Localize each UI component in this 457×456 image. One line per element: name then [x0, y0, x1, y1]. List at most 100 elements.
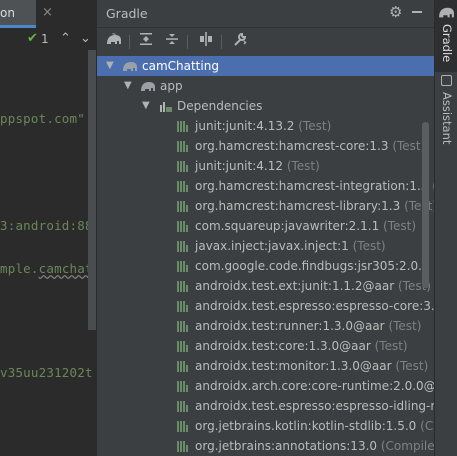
expand-all-icon[interactable]: [137, 32, 155, 50]
editor-tab[interactable]: on: [0, 0, 36, 28]
dependency-scope: (Test): [404, 199, 435, 213]
library-icon: [177, 161, 189, 172]
tree-row-module[interactable]: ▼ app: [97, 76, 435, 96]
elephant-icon: [123, 62, 137, 71]
dependency-row[interactable]: com.google.code.findbugs:jsr305:2.0.1 (T…: [97, 256, 435, 276]
dependency-scope: (Test): [388, 319, 422, 333]
dependency-label: org.jetbrains.kotlin:kotlin-stdlib:1.5.0…: [195, 416, 435, 436]
code-line: ppspot.com": [0, 111, 85, 126]
dependency-row[interactable]: org.hamcrest:hamcrest-library:1.3 (Test): [97, 196, 435, 216]
dependency-row[interactable]: androidx.test:runner:1.3.0@aar (Test): [97, 316, 435, 336]
dependency-row[interactable]: com.squareup:javawriter:2.1.1 (Test): [97, 216, 435, 236]
dependency-label: junit:junit:4.12 (Test): [195, 156, 320, 176]
code-text: mple.: [0, 261, 39, 276]
library-icon: [177, 381, 189, 392]
elephant-icon[interactable]: [105, 32, 123, 50]
tree-row-root[interactable]: ▼ camChatting: [97, 56, 435, 76]
dependency-row[interactable]: androidx.test.ext:junit:1.1.2@aar (Test): [97, 276, 435, 296]
tree-row-dependencies[interactable]: ▼ Dependencies: [97, 96, 435, 116]
library-icon: [177, 421, 189, 432]
toolbar-separator: [221, 35, 222, 49]
dependency-scope: (Test): [298, 119, 332, 133]
dependency-scope: (Test): [374, 339, 408, 353]
gradle-toolbar: [97, 27, 435, 57]
tree-label-root: camChatting: [142, 59, 219, 73]
dependency-scope: (Test): [286, 159, 320, 173]
dependency-label: javax.inject:javax.inject:1 (Test): [195, 236, 386, 256]
close-icon[interactable]: ×: [42, 5, 53, 20]
minimize-icon[interactable]: [412, 11, 422, 13]
dependency-label: androidx.test.espresso:espresso-idling-r…: [195, 396, 435, 416]
toggle-offline-icon[interactable]: [197, 32, 215, 50]
dependency-row[interactable]: androidx.test.espresso:espresso-core:3.3…: [97, 296, 435, 316]
tree-scrollbar[interactable]: [422, 122, 429, 288]
library-icon: [177, 401, 189, 412]
tool-window-strip: Gradle Assistant: [434, 0, 457, 456]
dependency-label: junit:junit:4.13.2 (Test): [195, 116, 331, 136]
dependency-row[interactable]: org.jetbrains:annotations:13.0 (Compile): [97, 436, 435, 456]
dependency-name: androidx.arch.core:core-runtime:2.0.0@aa…: [195, 379, 435, 393]
assistant-icon: [441, 75, 452, 86]
dependency-row[interactable]: androidx.arch.core:core-runtime:2.0.0@aa…: [97, 376, 435, 396]
dependency-row[interactable]: org.hamcrest:hamcrest-core:1.3 (Test): [97, 136, 435, 156]
library-icon: [177, 241, 189, 252]
library-icon: [177, 321, 189, 332]
library-icon: [177, 301, 189, 312]
dependency-row[interactable]: org.hamcrest:hamcrest-integration:1.3 (T…: [97, 176, 435, 196]
code-text-warning: camchat: [38, 261, 93, 276]
dependency-scope: (Compile: [420, 419, 435, 433]
dependency-name: javax.inject:javax.inject:1: [195, 239, 349, 253]
code-line: mple.camchat: [0, 261, 93, 276]
dependency-row[interactable]: androidx.test:monitor:1.3.0@aar (Test): [97, 356, 435, 376]
dependency-scope: (Test): [352, 239, 386, 253]
dependency-name: junit:junit:4.13.2: [195, 119, 295, 133]
library-icon: [177, 281, 189, 292]
dependency-row[interactable]: org.jetbrains.kotlin:kotlin-stdlib:1.5.0…: [97, 416, 435, 436]
dependency-name: com.google.code.findbugs:jsr305:2.0.1: [195, 259, 430, 273]
gradle-tool-tab[interactable]: Gradle: [435, 0, 457, 72]
dependency-name: androidx.test.espresso:espresso-idling-r…: [195, 399, 435, 413]
library-icon: [177, 141, 189, 152]
dependency-row[interactable]: androidx.test:core:1.3.0@aar (Test): [97, 336, 435, 356]
chevron-down-icon[interactable]: ▼: [142, 96, 152, 116]
gradle-tab-label: Gradle: [440, 24, 454, 63]
dependency-row[interactable]: javax.inject:javax.inject:1 (Test): [97, 236, 435, 256]
chevron-down-icon[interactable]: ▼: [124, 76, 134, 96]
assistant-tab-label: Assistant: [440, 92, 454, 145]
dependency-name: androidx.test.espresso:espresso-core:3.3…: [195, 299, 435, 313]
dependency-label: com.google.code.findbugs:jsr305:2.0.1 (T…: [195, 256, 435, 276]
chevron-down-icon[interactable]: ▼: [106, 56, 116, 76]
dependency-name: org.hamcrest:hamcrest-integration:1.3: [195, 179, 429, 193]
dependency-row[interactable]: junit:junit:4.13.2 (Test): [97, 116, 435, 136]
dependency-row[interactable]: junit:junit:4.12 (Test): [97, 156, 435, 176]
dependency-name: androidx.test:monitor:1.3.0@aar: [195, 359, 392, 373]
gradle-panel: Gradle ⚙ ▼ camChatting ▼ app ▼ Dependenc…: [96, 0, 435, 456]
editor-pane[interactable]: on × ✔ 1 ⌃ ⌄ ppspot.com" 3:android:88 mp…: [0, 0, 96, 456]
toolbar-separator: [187, 35, 188, 49]
dependency-scope: (Test): [395, 359, 429, 373]
dependency-name: androidx.test:core:1.3.0@aar: [195, 339, 371, 353]
library-icon: [177, 181, 189, 192]
check-icon[interactable]: ✔: [27, 31, 38, 46]
editor-scrollbar[interactable]: [88, 50, 96, 330]
gradle-tree[interactable]: ▼ camChatting ▼ app ▼ Dependencies junit…: [97, 56, 435, 456]
gear-icon[interactable]: ⚙: [389, 3, 402, 21]
library-icon: [177, 441, 189, 452]
dependency-name: org.hamcrest:hamcrest-library:1.3: [195, 199, 401, 213]
dependency-name: junit:junit:4.12: [195, 159, 283, 173]
dependency-label: org.hamcrest:hamcrest-core:1.3 (Test): [195, 136, 425, 156]
toolbar-separator: [129, 35, 130, 49]
dependency-label: androidx.test:runner:1.3.0@aar (Test): [195, 316, 421, 336]
dependency-label: org.jetbrains:annotations:13.0 (Compile): [195, 436, 435, 456]
dependency-scope: (Test): [383, 219, 417, 233]
dependency-label: androidx.test:core:1.3.0@aar (Test): [195, 336, 408, 356]
build-settings-icon[interactable]: [231, 32, 249, 50]
collapse-all-icon[interactable]: [163, 32, 181, 50]
dependency-scope: (Test): [392, 139, 426, 153]
library-icon: [177, 341, 189, 352]
dependency-label: androidx.test:monitor:1.3.0@aar (Test): [195, 356, 428, 376]
dependency-row[interactable]: androidx.test.espresso:espresso-idling-r…: [97, 396, 435, 416]
library-icon: [177, 201, 189, 212]
chevron-up-icon[interactable]: ⌃: [60, 31, 71, 46]
chevron-down-icon[interactable]: ⌄: [80, 31, 91, 46]
